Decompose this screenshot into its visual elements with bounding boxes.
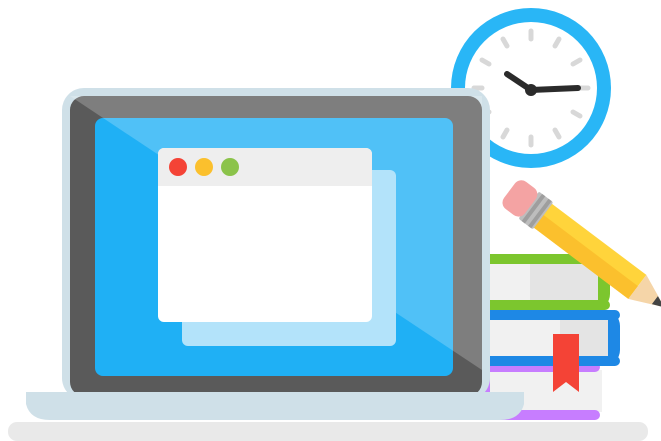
floor (8, 422, 648, 441)
window-maximize-dot (221, 158, 239, 176)
scene (8, 8, 661, 441)
illustration (0, 0, 661, 441)
browser-window-icon (158, 148, 396, 346)
window-minimize-dot (195, 158, 213, 176)
window-close-dot (169, 158, 187, 176)
